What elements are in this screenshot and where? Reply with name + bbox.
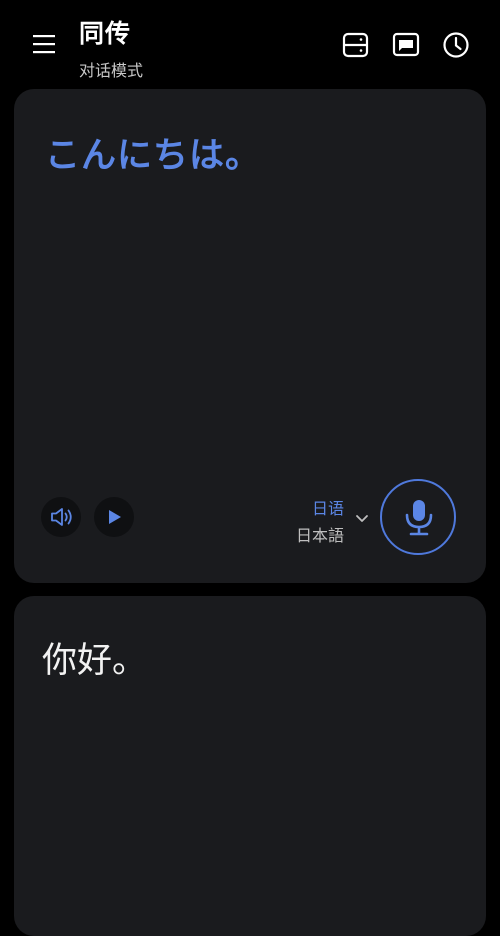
- microphone-icon: [405, 500, 433, 536]
- split-screen-icon[interactable]: [341, 30, 371, 60]
- menu-icon[interactable]: [30, 30, 58, 58]
- target-card: 你好。: [14, 596, 486, 936]
- speaker-button[interactable]: [41, 497, 81, 537]
- play-icon: [109, 510, 121, 524]
- mode-subtitle[interactable]: 对话模式: [79, 57, 143, 81]
- message-icon[interactable]: [391, 30, 421, 60]
- page-title: 同传: [79, 19, 132, 48]
- top-bar: 同传 对话模式: [0, 0, 500, 88]
- translated-text: 你好。: [42, 641, 148, 681]
- speaker-icon: [51, 508, 72, 526]
- history-icon[interactable]: [441, 30, 471, 60]
- source-text: こんにちは。: [45, 136, 262, 176]
- language-label[interactable]: 日语: [312, 495, 344, 519]
- microphone-button[interactable]: [380, 479, 456, 555]
- source-card: こんにちは。 日语 日本語: [14, 89, 486, 583]
- play-button[interactable]: [94, 497, 134, 537]
- language-native-name[interactable]: 日本語: [296, 522, 344, 546]
- chevron-down-icon[interactable]: [355, 510, 369, 524]
